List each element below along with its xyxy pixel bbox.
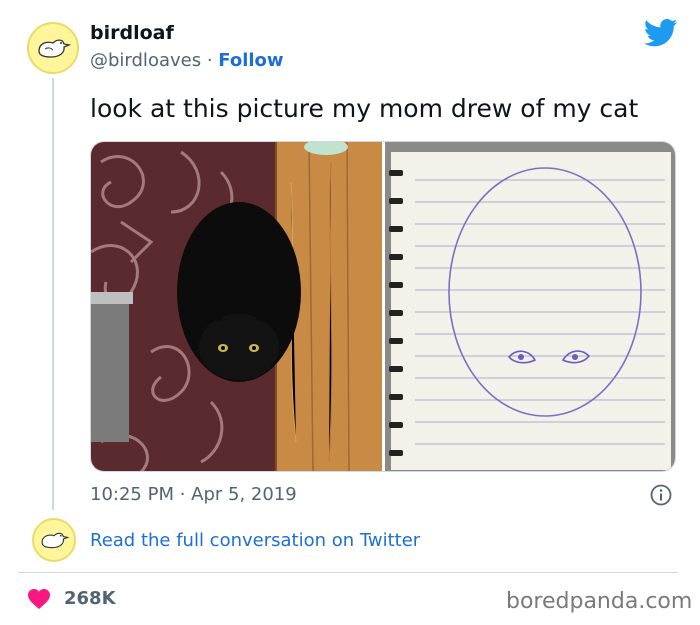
tweet-timestamp[interactable]: 10:25 PM · Apr 5, 2019 xyxy=(90,484,297,505)
tweet-media[interactable] xyxy=(90,141,676,472)
handle-row: @birdloaves · Follow xyxy=(90,50,284,71)
handle[interactable]: @birdloaves xyxy=(90,50,201,71)
heart-icon[interactable] xyxy=(27,588,51,610)
separator: · xyxy=(201,50,219,71)
bird-loaf-avatar-icon xyxy=(38,39,72,58)
bird-loaf-avatar-icon xyxy=(41,532,70,549)
thread-line xyxy=(52,78,54,510)
tweet-text: look at this picture my mom drew of my c… xyxy=(90,94,639,123)
like-count: 268K xyxy=(64,588,116,609)
avatar-small[interactable] xyxy=(32,518,76,562)
divider xyxy=(18,572,678,573)
read-conversation-link[interactable]: Read the full conversation on Twitter xyxy=(90,530,420,551)
follow-button[interactable]: Follow xyxy=(218,50,283,71)
cat-photo[interactable] xyxy=(91,142,382,471)
watermark: boredpanda.com xyxy=(506,589,693,614)
display-name[interactable]: birdloaf xyxy=(90,22,174,44)
drawing-photo[interactable] xyxy=(385,142,675,471)
twitter-bird-icon[interactable] xyxy=(644,18,678,48)
info-icon[interactable] xyxy=(650,484,672,506)
avatar[interactable] xyxy=(27,22,79,74)
